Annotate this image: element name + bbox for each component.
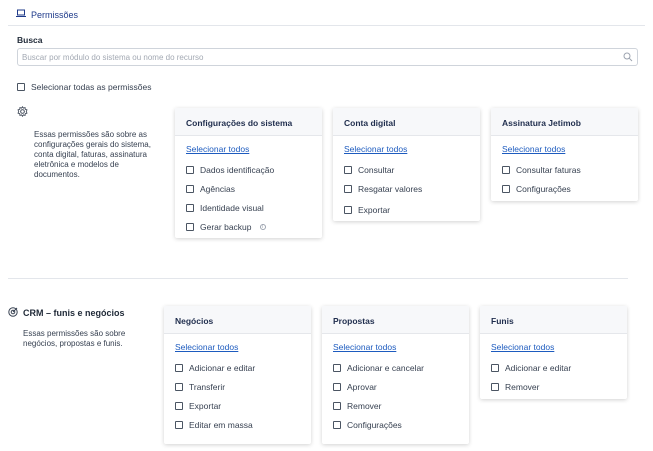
select-all-checkbox[interactable]: [17, 83, 25, 91]
card-title: Configurações do sistema: [175, 108, 322, 136]
section-description: Essas permissões são sobre as configuraç…: [34, 130, 151, 179]
checkbox[interactable]: [344, 184, 352, 193]
checkbox[interactable]: [175, 382, 183, 391]
permission-label: Adicionar e cancelar: [347, 362, 425, 373]
permission-label: Configurações: [516, 183, 571, 194]
checkbox[interactable]: [333, 401, 341, 410]
permission-label: Adicionar e editar: [189, 362, 256, 373]
permission-item[interactable]: Transferir: [175, 377, 311, 396]
checkbox[interactable]: [186, 203, 194, 212]
permission-label: Exportar: [358, 204, 391, 215]
permission-label: Consultar faturas: [516, 164, 581, 175]
search-label: Busca: [17, 35, 43, 45]
permission-item[interactable]: Identidade visual: [186, 198, 322, 217]
section-title-text: CRM – funis e negócios: [23, 308, 125, 318]
permission-label: Aprovar: [347, 381, 377, 392]
permission-item[interactable]: Consultar faturas: [502, 160, 638, 179]
permission-label: Configurações: [347, 419, 402, 430]
checkbox[interactable]: [502, 184, 510, 193]
permission-label: Identidade visual: [200, 202, 264, 213]
permission-label: Remover: [347, 400, 382, 411]
permission-label: Resgatar valores: [358, 183, 423, 194]
checkbox[interactable]: [344, 205, 352, 214]
permission-item[interactable]: Gerar backup i: [186, 217, 322, 236]
permission-item[interactable]: Configurações: [333, 415, 469, 434]
section-divider: [8, 278, 628, 279]
card-title: Assinatura Jetimob: [491, 108, 638, 136]
permission-item[interactable]: Adicionar e editar: [491, 358, 627, 377]
checkbox[interactable]: [491, 363, 499, 372]
gear-icon: [17, 105, 28, 119]
permission-label: Editar em massa: [189, 419, 253, 430]
laptop-icon: [16, 9, 26, 20]
search-icon[interactable]: [623, 52, 633, 64]
card-conta-digital: Conta digital Selecionar todos Consultar…: [333, 108, 480, 221]
select-all-permissions[interactable]: Selecionar todas as permissões: [17, 82, 151, 92]
section-description: Essas permissões são sobre negócios, pro…: [23, 329, 126, 348]
permission-label: Gerar backup: [200, 221, 252, 232]
permission-item[interactable]: Exportar: [344, 200, 480, 219]
info-icon[interactable]: i: [259, 223, 266, 230]
permission-item[interactable]: Remover: [491, 377, 627, 396]
page-header: Permissões: [16, 9, 78, 20]
select-all-link[interactable]: Selecionar todos: [491, 342, 627, 352]
card-title: Negócios: [164, 306, 311, 334]
checkbox[interactable]: [186, 184, 194, 193]
select-all-link[interactable]: Selecionar todos: [175, 342, 311, 352]
card-title: Propostas: [322, 306, 469, 334]
permission-item[interactable]: Resgatar valores: [344, 179, 480, 198]
checkbox[interactable]: [175, 420, 183, 429]
select-all-link[interactable]: Selecionar todos: [344, 144, 480, 154]
checkbox[interactable]: [175, 363, 183, 372]
checkbox[interactable]: [333, 363, 341, 372]
page-title: Permissões: [31, 9, 79, 20]
card-propostas: Propostas Selecionar todos Adicionar e c…: [322, 306, 469, 444]
permission-label: Consultar: [358, 164, 395, 175]
checkbox[interactable]: [502, 165, 510, 174]
checkbox[interactable]: [186, 165, 194, 174]
permission-label: Exportar: [189, 400, 222, 411]
select-all-link[interactable]: Selecionar todos: [502, 144, 638, 154]
permission-item[interactable]: Consultar: [344, 160, 480, 179]
card-title: Funis: [480, 306, 627, 334]
checkbox[interactable]: [333, 382, 341, 391]
checkbox[interactable]: [175, 401, 183, 410]
card-negocios: Negócios Selecionar todos Adicionar e ed…: [164, 306, 311, 444]
permission-item[interactable]: Aprovar: [333, 377, 469, 396]
permission-item[interactable]: Exportar: [175, 396, 311, 415]
permission-label: Adicionar e editar: [505, 362, 572, 373]
search-input[interactable]: [18, 49, 608, 65]
card-funis: Funis Selecionar todos Adicionar e edita…: [480, 306, 627, 399]
permission-item[interactable]: Remover: [333, 396, 469, 415]
permission-item[interactable]: Agências: [186, 179, 322, 198]
checkbox[interactable]: [333, 420, 341, 429]
select-all-link[interactable]: Selecionar todos: [186, 144, 322, 154]
permission-label: Remover: [505, 381, 540, 392]
permission-label: Dados identificação: [200, 164, 275, 175]
permission-item[interactable]: Configurações: [502, 179, 638, 198]
select-all-label: Selecionar todas as permissões: [31, 82, 152, 92]
card-title: Conta digital: [333, 108, 480, 136]
search-box: [17, 48, 638, 66]
permission-item[interactable]: Dados identificação: [186, 160, 322, 179]
permission-item[interactable]: Editar em massa: [175, 415, 311, 434]
checkbox[interactable]: [344, 165, 352, 174]
section-title-crm: CRM – funis e negócios: [8, 307, 125, 319]
target-icon: [8, 307, 18, 319]
card-assinatura-jetimob: Assinatura Jetimob Selecionar todos Cons…: [491, 108, 638, 201]
select-all-link[interactable]: Selecionar todos: [333, 342, 469, 352]
card-configuracoes-sistema: Configurações do sistema Selecionar todo…: [175, 108, 322, 238]
checkbox[interactable]: [186, 222, 194, 231]
header-divider: [8, 25, 645, 26]
permission-label: Transferir: [189, 381, 226, 392]
permission-item[interactable]: Adicionar e cancelar: [333, 358, 469, 377]
permission-label: Agências: [200, 183, 235, 194]
permission-item[interactable]: Adicionar e editar: [175, 358, 311, 377]
checkbox[interactable]: [491, 382, 499, 391]
